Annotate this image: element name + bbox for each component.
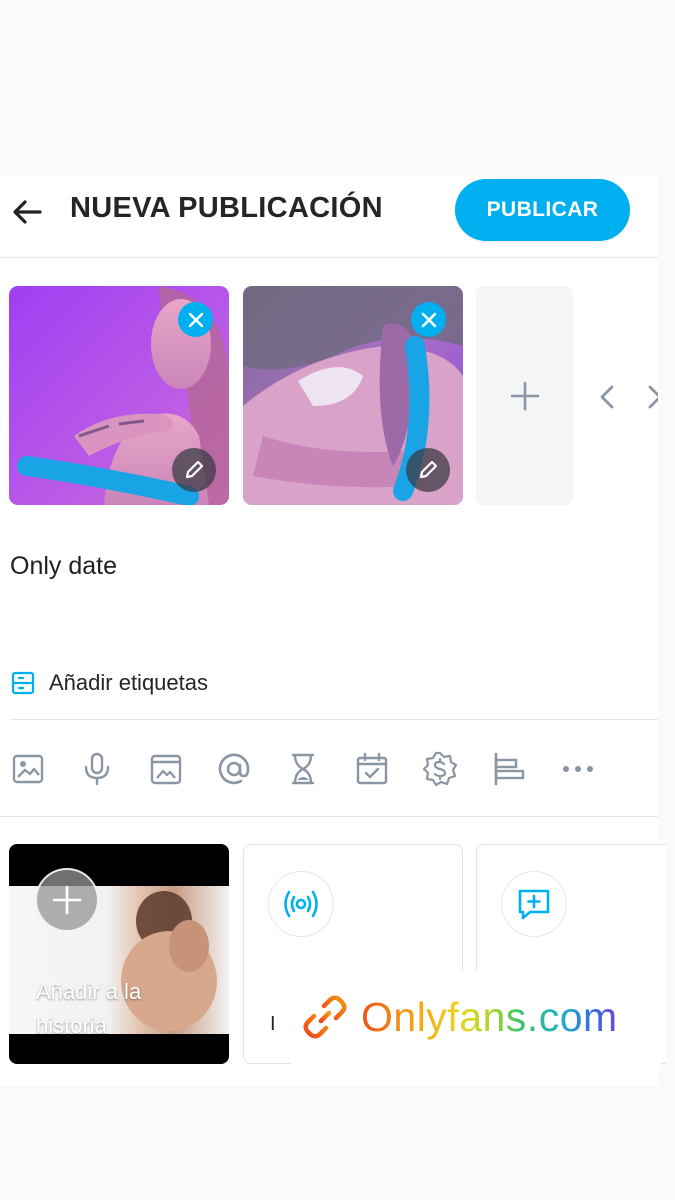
add-tags-label: Añadir etiquetas	[49, 670, 208, 695]
add-story-card[interactable]: Añadir a la historia	[9, 844, 229, 1064]
go-live-label: I	[270, 1013, 276, 1035]
story-plus-icon	[35, 868, 99, 932]
poll-icon[interactable]	[491, 751, 527, 787]
chevron-right-icon[interactable]	[648, 379, 658, 415]
edit-media-button[interactable]	[172, 448, 216, 492]
add-comment-icon	[501, 871, 567, 937]
price-badge-icon[interactable]	[422, 751, 458, 787]
post-text-input[interactable]: Only date	[10, 552, 117, 581]
live-stream-icon	[268, 871, 334, 937]
image-icon[interactable]	[10, 751, 46, 787]
chevron-left-icon[interactable]	[592, 379, 622, 415]
new-post-screen: NUEVA PUBLICACIÓN PUBLICAR Only date Aña…	[0, 176, 666, 1086]
publish-button[interactable]: PUBLICAR	[455, 179, 630, 241]
add-story-label: Añadir a la historia	[36, 979, 142, 1038]
link-icon	[303, 995, 347, 1039]
plus-icon	[510, 381, 539, 410]
header: NUEVA PUBLICACIÓN PUBLICAR	[0, 176, 658, 258]
watermark: Onlyfans.com	[291, 970, 661, 1070]
page-title: NUEVA PUBLICACIÓN	[70, 192, 383, 224]
add-tags-button[interactable]: Añadir etiquetas	[10, 670, 658, 720]
edit-media-button[interactable]	[406, 448, 450, 492]
tag-list-icon	[11, 671, 35, 695]
add-media-button[interactable]	[476, 286, 573, 505]
microphone-icon[interactable]	[79, 751, 115, 787]
vault-icon[interactable]	[148, 751, 184, 787]
pencil-icon	[419, 460, 438, 479]
media-thumbnail[interactable]	[243, 286, 463, 505]
remove-media-button[interactable]	[411, 302, 446, 337]
close-icon	[421, 312, 436, 327]
calendar-icon[interactable]	[354, 751, 390, 787]
back-arrow-icon[interactable]	[10, 194, 46, 230]
post-toolbar	[0, 720, 658, 817]
hourglass-icon[interactable]	[285, 751, 321, 787]
mention-icon[interactable]	[216, 751, 252, 787]
close-icon	[188, 312, 203, 327]
watermark-text: Onlyfans.com	[361, 994, 618, 1040]
more-icon[interactable]	[560, 751, 596, 787]
pencil-icon	[185, 460, 204, 479]
media-thumbnail[interactable]	[9, 286, 229, 505]
remove-media-button[interactable]	[178, 302, 213, 337]
